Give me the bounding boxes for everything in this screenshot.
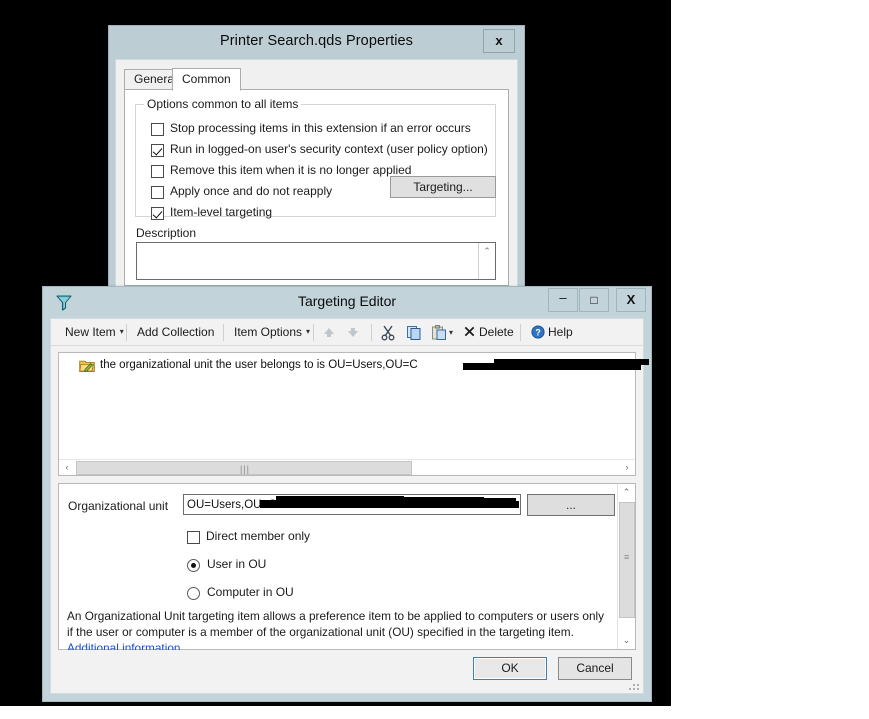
description-label: Description xyxy=(136,226,197,240)
radio-circle[interactable] xyxy=(187,587,200,600)
checkbox-label: Run in logged-on user's security context… xyxy=(170,142,488,156)
add-collection-button[interactable]: Add Collection xyxy=(131,322,220,343)
checkbox-box[interactable] xyxy=(151,123,164,136)
organizational-unit-label: Organizational unit xyxy=(68,499,169,513)
move-up-icon[interactable] xyxy=(320,324,338,341)
minimize-icon[interactable]: – xyxy=(548,288,578,312)
item-options-label: Item Options xyxy=(234,325,303,339)
checkbox-box[interactable] xyxy=(151,186,164,199)
properties-body: General Common Options common to all ite… xyxy=(115,59,518,286)
scroll-up-icon[interactable]: ⌃ xyxy=(479,243,495,260)
maximize-icon[interactable]: □ xyxy=(579,288,609,312)
toolbar-separator xyxy=(313,324,314,341)
printer-search-properties-dialog: Printer Search.qds Properties x General … xyxy=(108,25,525,287)
scrollbar-grip: ≡ xyxy=(624,552,630,562)
radio-circle[interactable] xyxy=(187,559,200,572)
toolbar-separator xyxy=(223,324,224,341)
close-glyph: X xyxy=(626,292,636,307)
additional-information-link[interactable]: Additional information xyxy=(67,641,180,650)
chevron-down-icon: ▾ xyxy=(306,327,311,336)
chevron-down-icon[interactable]: ▾ xyxy=(449,328,453,337)
tree-item-label: the organizational unit the user belongs… xyxy=(100,359,418,371)
new-item-button[interactable]: New Item ▾ xyxy=(59,322,130,343)
paste-icon[interactable] xyxy=(430,324,448,341)
checkbox-box[interactable] xyxy=(151,207,164,220)
tab-common[interactable]: Common xyxy=(172,68,241,91)
close-icon[interactable]: X xyxy=(616,288,646,312)
scroll-right-icon[interactable]: › xyxy=(619,460,635,475)
scrollbar-thumb[interactable]: ||| xyxy=(76,461,412,475)
checkbox-label: Remove this item when it is no longer ap… xyxy=(170,163,412,177)
minimize-glyph: – xyxy=(559,290,567,305)
options-common-groupbox: Options common to all items Stop process… xyxy=(135,97,496,220)
help-label: Help xyxy=(548,325,573,339)
scroll-down-icon[interactable]: ⌄ xyxy=(618,632,635,649)
cancel-button[interactable]: Cancel xyxy=(558,657,632,680)
ok-button[interactable]: OK xyxy=(473,657,547,680)
help-text-body: An Organizational Unit targeting item al… xyxy=(67,609,605,639)
toolbar-separator xyxy=(371,324,372,341)
screen: Printer Search.qds Properties x General … xyxy=(0,0,869,719)
resize-grip-icon[interactable] xyxy=(627,678,641,692)
checkbox-box[interactable] xyxy=(151,165,164,178)
checkbox-box[interactable] xyxy=(151,144,164,157)
new-item-label: New Item xyxy=(65,325,116,339)
close-icon[interactable]: x xyxy=(483,29,515,53)
checkbox-label: Item-level targeting xyxy=(170,205,273,219)
item-options-button[interactable]: Item Options ▾ xyxy=(228,322,316,343)
tree-item-row[interactable]: the organizational unit the user belongs… xyxy=(59,357,649,375)
move-down-icon[interactable] xyxy=(344,324,362,341)
checkbox-label: Direct member only xyxy=(206,529,311,543)
common-tab-panel: Options common to all items Stop process… xyxy=(124,89,509,286)
targeting-items-tree[interactable]: the organizational unit the user belongs… xyxy=(58,352,649,476)
svg-text:?: ? xyxy=(535,328,540,338)
checkbox-label: Apply once and do not reapply xyxy=(170,184,333,198)
targeting-item-properties-panel: Organizational unit OU=Users,OU=C ... Di… xyxy=(58,483,636,650)
description-scrollbar[interactable]: ⌃ xyxy=(478,243,495,279)
cut-icon[interactable] xyxy=(379,324,397,341)
radio-label: User in OU xyxy=(207,557,267,571)
targeting-editor-client: New Item▾ Add Collection Item Options▾ xyxy=(50,318,649,694)
targeting-editor-window: Targeting Editor – □ X New Item ▾ Add Col… xyxy=(42,286,652,702)
properties-titlebar: Printer Search.qds Properties x xyxy=(109,26,524,59)
tree-horizontal-scrollbar[interactable]: ‹ ||| › xyxy=(59,459,635,475)
browse-ou-button[interactable]: ... xyxy=(527,494,615,516)
targeting-editor-titlebar: Targeting Editor – □ X xyxy=(43,287,651,318)
delete-x-icon xyxy=(464,326,475,337)
options-common-legend: Options common to all items xyxy=(144,97,302,111)
copy-icon[interactable] xyxy=(405,324,423,341)
scrollbar-grip: ||| xyxy=(240,464,251,474)
scrollbar-thumb[interactable]: ≡ xyxy=(619,502,635,618)
checkbox-box[interactable] xyxy=(187,531,200,544)
redaction-bar xyxy=(484,498,516,503)
properties-tabstrip: General Common xyxy=(124,68,517,91)
targeting-button[interactable]: Targeting... xyxy=(390,176,496,198)
scroll-up-icon[interactable]: ⌃ xyxy=(618,484,635,501)
toolbar-separator xyxy=(126,324,127,341)
delete-button[interactable]: Delete xyxy=(457,322,520,343)
scroll-left-icon[interactable]: ‹ xyxy=(59,460,75,475)
redaction-bar xyxy=(589,365,641,370)
chevron-down-icon: ▾ xyxy=(119,327,124,336)
radio-label: Computer in OU xyxy=(207,585,294,599)
properties-title: Printer Search.qds Properties xyxy=(219,33,414,49)
delete-label: Delete xyxy=(479,325,514,339)
targeting-editor-toolbar: New Item▾ Add Collection Item Options▾ xyxy=(51,319,643,346)
maximize-glyph: □ xyxy=(590,293,598,307)
targeting-item-help-text: An Organizational Unit targeting item al… xyxy=(67,608,611,650)
checkbox-label: Stop processing items in this extension … xyxy=(170,121,471,135)
description-textarea[interactable]: ⌃ xyxy=(136,242,496,280)
help-button[interactable]: ? Help xyxy=(525,322,579,343)
panel-vertical-scrollbar[interactable]: ⌃ ≡ ⌄ xyxy=(617,484,635,649)
help-icon: ? xyxy=(531,325,545,339)
organizational-unit-input[interactable]: OU=Users,OU=C xyxy=(183,494,521,515)
toolbar-separator xyxy=(520,324,521,341)
ou-targeting-item-icon xyxy=(79,360,95,373)
